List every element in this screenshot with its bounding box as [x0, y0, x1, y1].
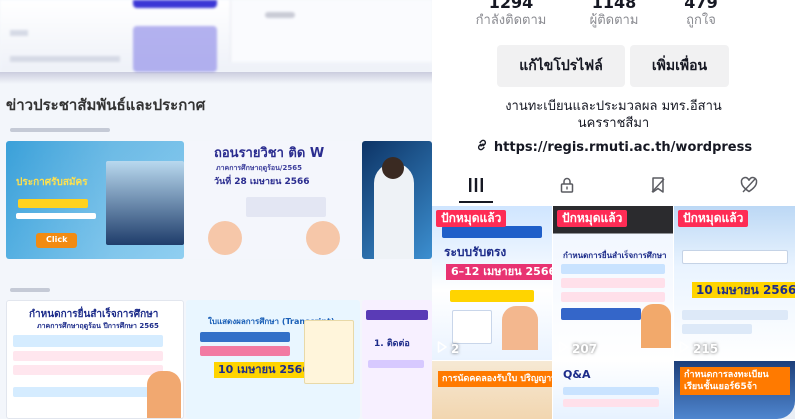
edit-profile-button[interactable]: แก้ไขโปรไฟล์ — [497, 45, 625, 87]
news-tile[interactable]: กำหนดการยื่นสำเร็จการศึกษา ภาคการศึกษาฤด… — [6, 300, 184, 419]
website-section-label — [10, 288, 50, 292]
news-tile-title: ถอนรายวิชา ติด W — [214, 146, 325, 161]
video-views: 207 — [558, 341, 597, 356]
bio-line: นครราชสีมา — [577, 116, 650, 131]
website-header — [0, 0, 432, 72]
pinned-badge: ปักหมุดแล้ว — [557, 210, 628, 227]
followers-stat[interactable]: 1148 ผู้ติดตาม — [569, 0, 659, 29]
news-tile[interactable]: ประกาศรับสมัคร Click — [6, 141, 184, 259]
video-view-count: 215 — [693, 341, 719, 356]
play-icon — [679, 341, 689, 356]
news-tile-date: วันที่ 28 เมษายน 2566 — [214, 177, 310, 187]
video-view-count: 207 — [572, 341, 598, 356]
screenshot-stage: ข่าวประชาสัมพันธ์และประกาศ ประกาศรับสมัค… — [0, 0, 795, 419]
link-icon — [475, 138, 489, 156]
bio-line: งานทะเบียนและประมวลผล มทร.อีสาน — [505, 99, 722, 114]
website-side-panel — [230, 0, 432, 62]
news-tile-subtitle: ภาคการศึกษาฤดูร้อน ปีการศึกษา 2565 — [37, 322, 159, 330]
video-caption: กำหนดการลงทะเบียน เรียนชั้นเยอร์65จ้า — [680, 367, 790, 395]
profile-tabs — [432, 170, 795, 204]
website-news-heading: ข่าวประชาสัมพันธ์และประกาศ — [6, 96, 206, 114]
website-background: ข่าวประชาสัมพันธ์และประกาศ ประกาศรับสมัค… — [0, 0, 432, 419]
pinned-badge: ปักหมุดแล้ว — [678, 210, 749, 227]
bookmark-icon — [649, 176, 667, 198]
likes-label: ถูกใจ — [686, 13, 716, 28]
tab-favorites[interactable] — [628, 170, 688, 204]
lock-icon — [558, 176, 576, 198]
profile-link-text[interactable]: https://regis.rmuti.ac.th/wordpress — [494, 140, 752, 155]
video-caption: กำหนดการยื่นสำเร็จการศึกษา — [563, 251, 667, 260]
active-tab-indicator — [459, 201, 493, 203]
video-thumbnail[interactable]: 10 เมษายน 2566 ปักหมุดแล้ว 215 — [674, 206, 795, 360]
following-count: 1294 — [488, 0, 534, 12]
news-tile-title: ประกาศรับสมัคร — [16, 177, 88, 188]
profile-panel: 1294 กำลังติดตาม 1148 ผู้ติดตาม 479 ถูกใ… — [432, 0, 795, 419]
news-tile[interactable] — [362, 141, 432, 259]
news-tile-title: 1. ติดต่อ — [374, 339, 410, 349]
following-stat[interactable]: 1294 กำลังติดตาม — [466, 0, 556, 29]
video-views: 2 — [437, 341, 459, 356]
news-tile-date: 10 เมษายน 2566 — [214, 362, 314, 379]
video-thumbnail[interactable]: กำหนดการยื่นสำเร็จการศึกษา ปักหมุดแล้ว 2… — [553, 206, 673, 360]
heart-icon — [739, 176, 759, 198]
play-icon — [437, 341, 447, 356]
news-tile-title: กำหนดการยื่นสำเร็จการศึกษา — [29, 309, 159, 320]
followers-label: ผู้ติดตาม — [589, 13, 639, 28]
followers-count: 1148 — [591, 0, 637, 12]
tab-liked[interactable] — [719, 170, 779, 204]
news-tile-click[interactable]: Click — [36, 233, 78, 248]
video-caption-date: 6–12 เมษายน 2566 — [446, 264, 552, 280]
news-tile-subtitle: ภาคการศึกษาฤดูร้อน/2565 — [216, 164, 302, 172]
video-caption: การนัดคดลองรับใบ ปริญญาบัตร — [438, 371, 552, 387]
grid-icon — [467, 177, 485, 197]
tab-private[interactable] — [537, 170, 597, 204]
video-caption: 10 เมษายน 2566 — [692, 282, 795, 298]
video-views: 215 — [679, 341, 718, 356]
profile-link[interactable]: https://regis.rmuti.ac.th/wordpress — [432, 138, 795, 156]
video-thumbnail[interactable]: ระบบรับตรง 6–12 เมษายน 2566 ปักหมุดแล้ว … — [432, 206, 552, 360]
video-caption: ระบบรับตรง — [444, 245, 507, 259]
video-thumbnail[interactable]: Q&A — [553, 361, 673, 419]
news-tile[interactable]: ถอนรายวิชา ติด W ภาคการศึกษาฤดูร้อน/2565… — [186, 141, 360, 259]
website-primary-button[interactable] — [133, 0, 217, 8]
news-tile[interactable]: ใบแสดงผลการศึกษา (Transcript) 10 เมษายน … — [186, 300, 360, 419]
video-thumbnail[interactable]: การนัดคดลองรับใบ ปริญญาบัตร — [432, 361, 552, 419]
add-friend-button[interactable]: เพิ่มเพื่อน — [630, 45, 729, 87]
video-view-count: 2 — [451, 341, 460, 356]
likes-stat[interactable]: 479 ถูกใจ — [656, 0, 746, 29]
likes-count: 479 — [684, 0, 718, 12]
play-icon — [558, 341, 568, 356]
website-section-label — [10, 128, 110, 132]
video-caption: Q&A — [563, 368, 591, 381]
tab-videos[interactable] — [446, 170, 506, 204]
video-thumbnail[interactable]: กำหนดการลงทะเบียน เรียนชั้นเยอร์65จ้า — [674, 361, 795, 419]
news-tile[interactable]: 1. ติดต่อ — [362, 300, 432, 419]
website-card — [133, 26, 217, 72]
profile-bio: งานทะเบียนและประมวลผล มทร.อีสาน นครราชสี… — [432, 98, 795, 132]
following-label: กำลังติดตาม — [475, 13, 547, 28]
pinned-badge: ปักหมุดแล้ว — [436, 210, 507, 227]
